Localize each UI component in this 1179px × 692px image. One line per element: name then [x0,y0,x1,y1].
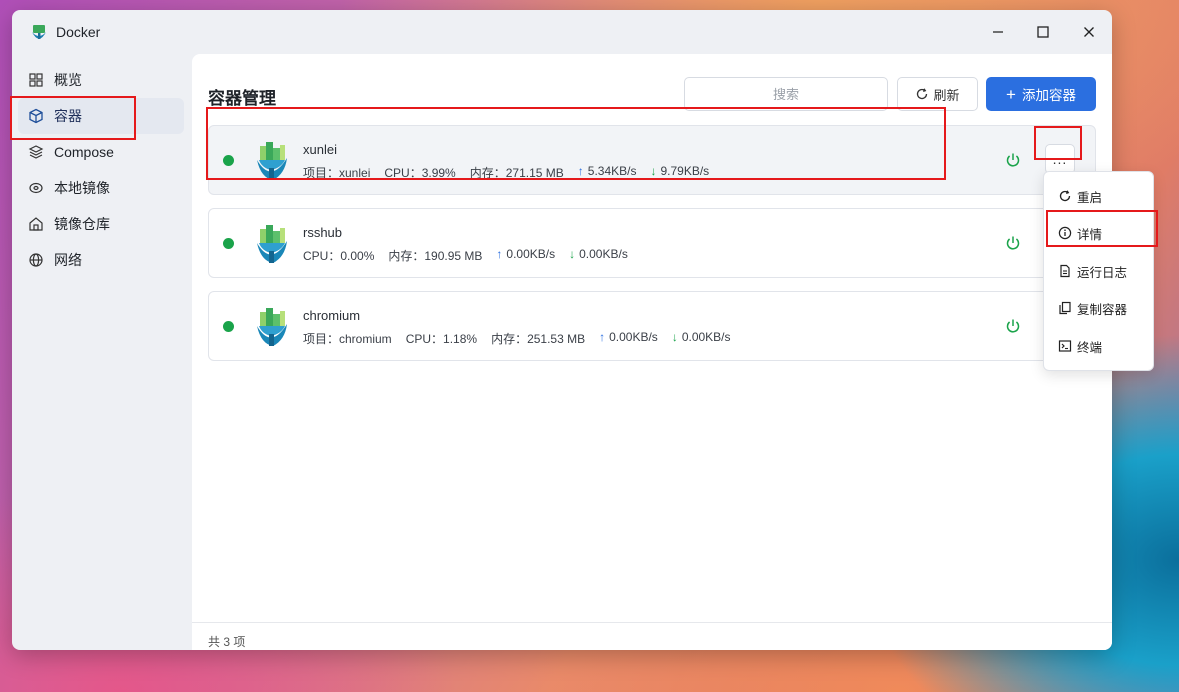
title-bar: Docker [12,10,1112,54]
menu-item-terminal[interactable]: 终端 [1044,328,1155,364]
menu-item-label: 复制容器 [1077,302,1128,317]
app-title: Docker [56,24,101,40]
container-memory: 内存：251.53 MB [491,332,586,346]
container-stats: CPU：0.00% 内存：190.95 MB ↑ 0.00KB/s ↓ 0.00KB… [303,247,642,264]
sidebar-item-label: Compose [54,144,114,160]
container-download: 0.00KB/s [681,330,731,344]
add-container-button[interactable]: + 添加容器 [986,77,1096,111]
menu-item-label: 重启 [1077,190,1103,205]
page-title: 容器管理 [208,89,276,108]
container-upload: 0.00KB/s [609,330,658,344]
container-card-chromium[interactable]: chromium 项目：chromium CPU：1.18% 内存：251.53… [208,291,1096,361]
layers-icon [28,144,44,160]
search-input[interactable] [684,77,888,111]
power-icon[interactable] [1005,152,1021,168]
menu-item-run-log[interactable]: 运行日志 [1044,253,1155,289]
container-memory: 内存：190.95 MB [388,249,483,263]
grid-icon [28,72,44,88]
warehouse-icon [28,216,44,232]
highlight-box-xunlei-card [206,107,946,180]
menu-item-label: 终端 [1077,340,1103,355]
sidebar-item-network[interactable]: 网络 [18,242,184,278]
upload-arrow-icon: ↑ [599,330,606,344]
docker-app-icon [32,25,46,39]
sidebar-item-label: 本地镜像 [54,180,110,196]
download-arrow-icon: ↓ [569,247,576,261]
sidebar-item-image-registry[interactable]: 镜像仓库 [18,206,184,242]
close-icon[interactable] [1079,22,1099,42]
add-container-label: 添加容器 [1021,88,1076,103]
container-context-menu: 重启 详情 运行日志 复制容器 终端 [1043,171,1154,371]
restart-icon [1059,190,1071,202]
highlight-box-more-button [1034,126,1082,160]
container-cpu: CPU：0.00% [303,249,375,263]
docker-window: Docker 概览 容器 Compose 本地镜像 镜像仓库 网络 容器管理 搜… [12,10,1112,650]
container-project: 项目：chromium [303,332,392,346]
sidebar-item-label: 网络 [54,252,82,268]
container-cpu: CPU：1.18% [405,332,478,346]
running-status-dot [223,321,234,332]
maximize-icon[interactable] [1033,22,1053,42]
refresh-icon [917,88,928,100]
sidebar-item-local-images[interactable]: 本地镜像 [18,170,184,206]
container-card-rsshub[interactable]: rsshub CPU：0.00% 内存：190.95 MB ↑ 0.00KB/s … [208,208,1096,278]
sidebar-item-overview[interactable]: 概览 [18,62,184,98]
sidebar-item-label: 概览 [54,72,82,88]
power-icon[interactable] [1005,318,1021,334]
highlight-box-details-item [1046,210,1158,247]
running-status-dot [223,238,234,249]
refresh-button[interactable]: 刷新 [897,77,978,111]
highlight-box-containers-nav [10,96,136,140]
menu-item-restart[interactable]: 重启 [1044,178,1155,214]
container-download: 0.00KB/s [579,247,628,261]
upload-arrow-icon: ↑ [496,247,503,261]
minimize-icon[interactable] [988,22,1008,42]
refresh-label: 刷新 [933,87,960,103]
terminal-icon [1058,340,1072,352]
log-icon [1060,264,1070,278]
sidebar-item-label: 镜像仓库 [54,216,110,232]
item-count-footer: 共 3 项 [192,622,1112,650]
container-stats: 项目：chromium CPU：1.18% 内存：251.53 MB ↑ 0.00… [303,330,745,347]
disk-icon [28,180,44,196]
power-icon[interactable] [1005,235,1021,251]
container-name: rsshub [303,225,343,240]
container-upload: 0.00KB/s [506,247,556,261]
plus-icon: + [1006,84,1016,104]
container-name: chromium [303,308,361,323]
menu-item-label: 运行日志 [1077,265,1128,280]
copy-icon [1059,301,1071,315]
globe-icon [28,252,44,268]
menu-item-copy-container[interactable]: 复制容器 [1044,290,1155,326]
download-arrow-icon: ↓ [671,330,678,344]
container-logo-icon [257,225,287,263]
container-logo-icon [257,308,287,346]
